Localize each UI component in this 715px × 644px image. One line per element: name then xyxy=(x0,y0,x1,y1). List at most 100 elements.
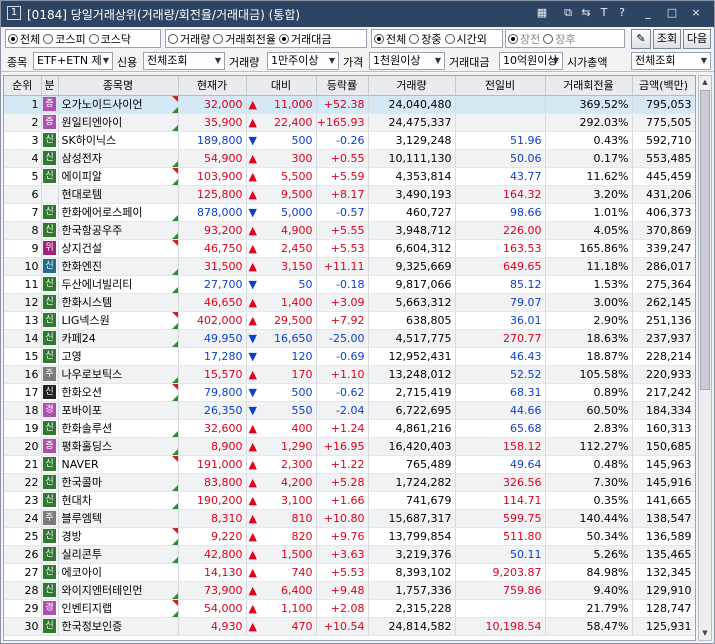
mcap-select[interactable]: 전체조회 ▼ xyxy=(631,52,711,70)
table-row[interactable]: 3 신 SK하이닉스 189,800 ▼ 500 -0.26 3,129,248 51.96 0.… xyxy=(4,131,695,150)
stock-name-cell[interactable]: 에코아이 xyxy=(58,563,179,582)
stock-name-cell[interactable]: 삼성전자 xyxy=(58,149,179,168)
stock-name-cell[interactable]: NAVER xyxy=(58,455,179,474)
font-icon[interactable]: T xyxy=(597,6,611,20)
session-radio-0[interactable]: 전체 xyxy=(374,31,406,47)
stock-name-cell[interactable]: 한국정보인증 xyxy=(58,617,179,636)
table-row[interactable]: 26 신 실리콘투 42,800 ▲ 1,500 +3.63 3,219,376 50.11 5.… xyxy=(4,545,695,564)
stock-name-cell[interactable]: 카페24 xyxy=(58,329,179,348)
stock-name-cell[interactable]: 평화홀딩스 xyxy=(58,437,179,456)
table-row[interactable]: 27 신 에코아이 14,130 ▲ 740 +5.53 8,393,102 9,203.87 8… xyxy=(4,563,695,582)
link-icon[interactable]: ⇆ xyxy=(579,6,593,20)
column-header[interactable]: 순위 xyxy=(4,76,42,96)
table-row[interactable]: 4 신 삼성전자 54,900 ▲ 300 +0.55 10,111,130 50.06 0.17… xyxy=(4,149,695,168)
table-row[interactable]: 19 신 한화솔루션 32,600 ▲ 400 +1.24 4,861,216 65.68 2.8… xyxy=(4,419,695,438)
copy-icon[interactable]: ⧉ xyxy=(561,6,575,20)
stock-name-cell[interactable]: 현대로템 xyxy=(58,185,179,204)
column-header[interactable]: 종목명 xyxy=(58,76,179,96)
sort-radio-2[interactable]: 거래대금 xyxy=(278,31,331,47)
stock-name-cell[interactable]: 오가노이드사이언 xyxy=(58,95,179,114)
stock-name-cell[interactable]: 경방 xyxy=(58,527,179,546)
column-header[interactable]: 금액(백만) xyxy=(632,76,695,96)
scroll-up-icon[interactable]: ▲ xyxy=(699,76,711,89)
after-hours-radio-0[interactable]: 장전 xyxy=(508,31,540,47)
table-row[interactable]: 11 신 두산에너빌리티 27,700 ▼ 50 -0.18 9,817,066 85.12 1.… xyxy=(4,275,695,294)
stock-name-cell[interactable]: 블루엠텍 xyxy=(58,509,179,528)
credit-select[interactable]: 전체조회 ▼ xyxy=(143,52,225,70)
table-row[interactable]: 14 신 카페24 49,950 ▼ 16,650 -25.00 4,517,775 270.7… xyxy=(4,329,695,348)
table-row[interactable]: 20 증 평화홀딩스 8,900 ▲ 1,290 +16.95 16,420,403 158.1… xyxy=(4,437,695,456)
stock-name-cell[interactable]: 상지건설 xyxy=(58,239,179,258)
table-row[interactable]: 12 신 한화시스템 46,650 ▲ 1,400 +3.09 5,663,312 79.07 3… xyxy=(4,293,695,312)
table-row[interactable]: 29 경 인벤티지랩 54,000 ▲ 1,100 +2.08 2,315,228 21.79%… xyxy=(4,599,695,618)
stock-name-cell[interactable]: LIG넥스원 xyxy=(58,311,179,330)
column-header[interactable]: 등락률 xyxy=(316,76,369,96)
table-row[interactable]: 25 신 경방 9,220 ▲ 820 +9.76 13,799,854 511.80 50.34… xyxy=(4,527,695,546)
stock-name-cell[interactable]: 나우로보틱스 xyxy=(58,365,179,384)
stock-name-cell[interactable]: 한화시스템 xyxy=(58,293,179,312)
table-row[interactable]: 16 주 나우로보틱스 15,570 ▲ 170 +1.10 13,248,012 52.52 1… xyxy=(4,365,695,384)
stock-name-cell[interactable]: 한화오션 xyxy=(58,383,179,402)
table-row[interactable]: 2 증 원일티엔아이 35,900 ▲ 22,400 +165.93 24,475,337 29… xyxy=(4,113,695,132)
table-row[interactable]: 1 증 오가노이드사이언 32,000 ▲ 11,000 +52.38 24,040,480 3… xyxy=(4,95,695,114)
stock-name-cell[interactable]: 한화엔진 xyxy=(58,257,179,276)
maximize-icon[interactable]: □ xyxy=(665,6,679,20)
session-radio-1[interactable]: 장중 xyxy=(409,31,442,47)
close-icon[interactable]: × xyxy=(689,6,703,20)
after-hours-radio-1[interactable]: 장후 xyxy=(543,31,576,47)
table-row[interactable]: 5 신 에이피알 103,900 ▲ 5,500 +5.59 4,353,814 43.77 11… xyxy=(4,167,695,186)
table-row[interactable]: 23 신 현대차 190,200 ▲ 3,100 +1.66 741,679 114.71 0.3… xyxy=(4,491,695,510)
volume-select[interactable]: 1만주이상 ▼ xyxy=(267,52,339,70)
market-radio-0[interactable]: 전체 xyxy=(8,31,40,47)
amount-select[interactable]: 10억원이상 ▼ xyxy=(499,52,563,70)
stock-name-cell[interactable]: 와이지엔터테인먼 xyxy=(58,581,179,600)
table-row[interactable]: 15 신 고영 17,280 ▼ 120 -0.69 12,952,431 46.43 18.87… xyxy=(4,347,695,366)
minimize-icon[interactable]: _ xyxy=(641,6,655,20)
table-row[interactable]: 13 신 LIG넥스원 402,000 ▲ 29,500 +7.92 638,805 36.01… xyxy=(4,311,695,330)
stock-name-cell[interactable]: 고영 xyxy=(58,347,179,366)
stock-name-cell[interactable]: 두산에너빌리티 xyxy=(58,275,179,294)
table-row[interactable]: 21 신 NAVER 191,000 ▲ 2,300 +1.22 765,489 49.64 0.… xyxy=(4,455,695,474)
stock-name-cell[interactable]: SK하이닉스 xyxy=(58,131,179,150)
session-radio-2[interactable]: 시간외 xyxy=(444,31,487,47)
column-header[interactable]: 분 xyxy=(41,76,59,96)
stock-name-cell[interactable]: 한화솔루션 xyxy=(58,419,179,438)
vertical-scrollbar[interactable]: ▲ ▼ xyxy=(698,75,712,641)
title-bar[interactable]: 1 [0184] 당일거래상위(거래량/회전율/거래대금) (통합) ▦ ⧉ ⇆ T?… xyxy=(1,1,714,27)
price-select[interactable]: 1천원이상 ▼ xyxy=(369,52,445,70)
scroll-down-icon[interactable]: ▼ xyxy=(699,627,711,640)
stock-name-cell[interactable]: 에이피알 xyxy=(58,167,179,186)
market-radio-2[interactable]: 코스닥 xyxy=(88,31,131,47)
table-row[interactable]: 7 신 한화에어로스페이 878,000 ▼ 5,000 -0.57 460,727 98.66… xyxy=(4,203,695,222)
table-row[interactable]: 18 경 포바이포 26,350 ▼ 550 -2.04 6,722,695 44.66 60.5… xyxy=(4,401,695,420)
table-row[interactable]: 24 주 블루엠텍 8,310 ▲ 810 +10.80 15,687,317 599.75 14… xyxy=(4,509,695,528)
column-header[interactable]: 전일비 xyxy=(455,76,546,96)
table-row[interactable]: 28 신 와이지엔터테인먼 73,900 ▲ 6,400 +9.48 1,757,336 759… xyxy=(4,581,695,600)
stock-name-cell[interactable]: 포바이포 xyxy=(58,401,179,420)
stock-name-cell[interactable]: 인벤티지랩 xyxy=(58,599,179,618)
search-button[interactable]: 조회 xyxy=(653,29,681,49)
sort-radio-0[interactable]: 거래량 xyxy=(168,31,210,47)
table-row[interactable]: 9 위 상지건설 46,750 ▲ 2,450 +5.53 6,604,312 163.53 16… xyxy=(4,239,695,258)
help-icon[interactable]: ? xyxy=(615,6,629,20)
column-header[interactable]: 거래량 xyxy=(368,76,456,96)
column-header[interactable]: 현재가 xyxy=(178,76,247,96)
stock-name-cell[interactable]: 한국콜마 xyxy=(58,473,179,492)
grid-icon[interactable]: ▦ xyxy=(535,6,549,20)
table-row[interactable]: 30 신 한국정보인증 4,930 ▲ 470 +10.54 24,814,582 10,198… xyxy=(4,617,695,636)
stock-name-cell[interactable]: 실리콘투 xyxy=(58,545,179,564)
table-row[interactable]: 8 신 한국항공우주 93,200 ▲ 4,900 +5.55 3,948,712 226.00… xyxy=(4,221,695,240)
next-button[interactable]: 다음 xyxy=(683,29,711,49)
pin-button[interactable]: ✎ xyxy=(631,29,651,49)
table-row[interactable]: 17 신 한화오션 79,800 ▼ 500 -0.62 2,715,419 68.31 0.89… xyxy=(4,383,695,402)
column-header[interactable]: 대비 xyxy=(246,76,317,96)
stock-name-cell[interactable]: 한국항공우주 xyxy=(58,221,179,240)
column-header[interactable]: 거래회전율 xyxy=(545,76,633,96)
scroll-thumb[interactable] xyxy=(700,90,710,390)
stock-name-cell[interactable]: 현대차 xyxy=(58,491,179,510)
stock-name-cell[interactable]: 한화에어로스페이 xyxy=(58,203,179,222)
market-radio-1[interactable]: 코스피 xyxy=(43,31,86,47)
stock-select[interactable]: ETF+ETN 제 ▼ xyxy=(33,52,113,70)
stock-name-cell[interactable]: 원일티엔아이 xyxy=(58,113,179,132)
table-row[interactable]: 22 신 한국콜마 83,800 ▲ 4,200 +5.28 1,724,282 326.56 7… xyxy=(4,473,695,492)
